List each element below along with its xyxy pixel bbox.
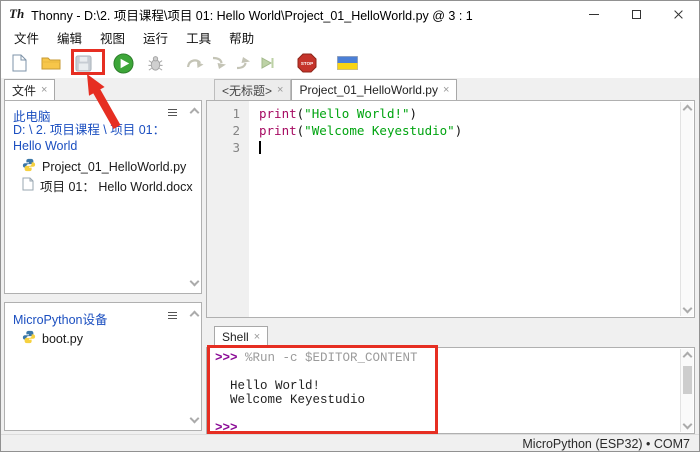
step-over-button[interactable] [183,50,207,76]
menu-item[interactable]: 编辑 [48,26,91,49]
tab-editor-active[interactable]: Project_01_HelloWorld.py × [291,79,457,100]
code-text: print [259,106,297,121]
status-bar: MicroPython (ESP32) • COM7 [1,434,699,452]
menu-item[interactable]: 工具 [177,26,220,49]
list-item[interactable]: 项目 01： Hello World.docx [5,176,187,195]
step-into-icon [211,56,227,70]
line-number: 3 [207,139,249,156]
stop-button[interactable]: STOP [295,50,319,76]
window-title: Thonny - D:\2. 项目课程\项目 01: Hello World\P… [31,5,473,24]
shell-scroll-down-icon[interactable] [683,420,693,430]
editor-tab-close-icon[interactable]: × [277,84,283,96]
svg-text:STOP: STOP [301,61,313,66]
editor-code[interactable]: print("Hello World!")print("Welcome Keye… [249,101,680,317]
files-list: Project_01_HelloWorld.py 项目 01： Hello Wor… [5,157,187,195]
micropython-device-panel: MicroPython设备 boot.py [4,302,202,431]
menu-item[interactable]: 运行 [134,26,177,49]
maximize-button[interactable] [615,1,657,27]
code-line [259,139,680,156]
text-cursor [259,141,261,154]
code-text: print [259,123,297,138]
new-file-icon [12,54,27,72]
line-number: 2 [207,122,249,139]
device-menu-icon[interactable] [168,312,177,319]
minimize-button[interactable] [573,1,615,27]
shell-tab-label: Shell [222,330,249,344]
code-text: ) [410,106,418,121]
tab-files[interactable]: 文件 × [4,79,55,100]
menu-item[interactable]: 视图 [91,26,134,49]
files-scroll-down-icon[interactable] [190,277,200,287]
code-text: "Welcome Keyestudio" [304,123,455,138]
editor-panel: 123 print("Hello World!")print("Welcome … [206,100,695,318]
editor-scrollbar[interactable] [680,102,693,316]
thonny-logo-icon: Th [9,6,24,22]
annotation-arrow-icon [81,71,127,133]
tab-shell[interactable]: Shell × [214,326,268,347]
python-file-icon [22,330,36,347]
menu-item[interactable]: 文件 [5,26,48,49]
editor-scroll-down-icon[interactable] [683,304,693,314]
step-out-icon [235,56,251,70]
files-tab-row: 文件 × [4,79,55,100]
files-tab-close-icon[interactable]: × [41,84,47,96]
stop-icon: STOP [297,53,317,73]
device-panel-header: MicroPython设备 [13,309,107,328]
maximize-icon [632,10,641,19]
code-text: "Hello World!" [304,106,409,121]
window-controls [573,1,699,27]
shell-scrollbar-thumb[interactable] [683,366,692,394]
editor-tab-close-icon[interactable]: × [443,84,449,96]
menu-bar: 文件编辑视图运行工具帮助 [1,27,699,48]
shell-scroll-up-icon[interactable] [683,352,693,362]
annotation-shell-highlight-box [207,345,438,434]
minimize-icon [589,14,599,15]
files-tab-label: 文件 [12,82,36,99]
device-scroll-up-icon[interactable] [190,311,200,321]
code-text: ) [455,123,463,138]
files-menu-icon[interactable] [168,109,177,116]
line-number: 1 [207,105,249,122]
editor-tab-label: Project_01_HelloWorld.py [299,83,438,97]
editor-gutter: 123 [207,101,249,317]
new-file-button[interactable] [7,50,31,76]
editor-tab-row: <无标题> × Project_01_HelloWorld.py × [214,79,457,100]
files-scroll-up-icon[interactable] [190,108,200,118]
tab-editor-untitled[interactable]: <无标题> × [214,79,291,100]
step-into-button[interactable] [207,50,231,76]
device-scroll-down-icon[interactable] [190,414,200,424]
language-flag-button[interactable] [335,50,359,76]
resume-icon [259,56,275,70]
file-name: 项目 01： Hello World.docx [40,176,193,195]
resume-button[interactable] [255,50,279,76]
file-name: Project_01_HelloWorld.py [42,160,186,174]
close-icon [673,9,684,20]
debug-button[interactable] [143,50,167,76]
code-line: print("Welcome Keyestudio") [259,122,680,139]
code-line: print("Hello World!") [259,105,680,122]
debug-icon [147,55,164,72]
step-over-icon [186,56,204,70]
device-file-list: boot.py [5,329,187,348]
menu-item[interactable]: 帮助 [220,26,263,49]
list-item[interactable]: Project_01_HelloWorld.py [5,157,187,176]
shell-scrollbar[interactable] [680,349,693,432]
python-file-icon [22,158,36,175]
editor-tab-label: <无标题> [222,82,272,99]
document-icon [22,177,34,194]
open-folder-icon [41,55,61,71]
file-name: boot.py [42,332,83,346]
close-button[interactable] [657,1,699,27]
shell-tab-row: Shell × [214,326,268,347]
ukraine-flag-icon [337,56,358,70]
step-out-button[interactable] [231,50,255,76]
shell-tab-close-icon[interactable]: × [254,331,260,343]
interpreter-status[interactable]: MicroPython (ESP32) • COM7 [522,437,690,451]
editor-scroll-up-icon[interactable] [683,105,693,115]
open-file-button[interactable] [39,50,63,76]
list-item[interactable]: boot.py [5,329,187,348]
thonny-window: Th Thonny - D:\2. 项目课程\项目 01: Hello Worl… [0,0,700,452]
title-bar[interactable]: Th Thonny - D:\2. 项目课程\项目 01: Hello Worl… [1,1,699,27]
